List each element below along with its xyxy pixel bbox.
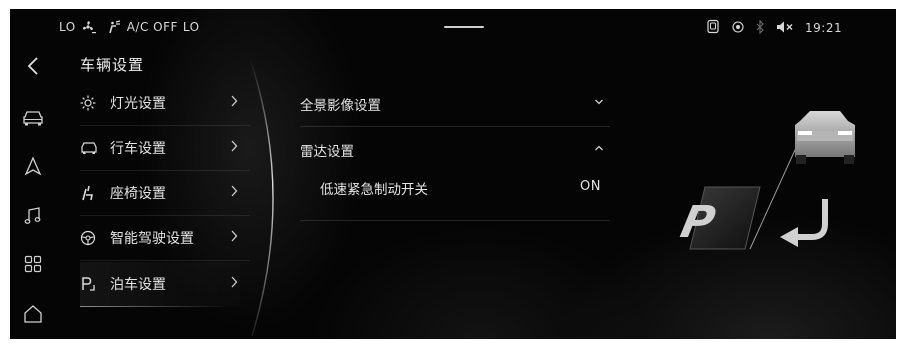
- low-speed-emergency-brake-label: 低速紧急制动开关: [320, 182, 428, 198]
- home-nav-button[interactable]: [18, 299, 48, 329]
- drag-handle[interactable]: [444, 26, 484, 28]
- row-divider: [300, 220, 610, 221]
- menu-item-parking[interactable]: 泊车设置: [80, 262, 240, 306]
- menu-item-lighting[interactable]: 灯光设置: [80, 81, 240, 125]
- menu-item-smart-driving[interactable]: 智能驾驶设置: [80, 216, 240, 260]
- steering-wheel-icon: [80, 230, 102, 246]
- radar-settings-row[interactable]: 雷达设置: [300, 128, 610, 172]
- chevron-up-icon: [595, 145, 603, 151]
- navigation-arrow-icon: [24, 156, 42, 176]
- chevron-right-icon: [231, 230, 238, 242]
- row-divider: [300, 126, 610, 127]
- page-title: 车辆设置: [80, 56, 145, 74]
- parking-icon: [80, 276, 102, 292]
- back-arrow-icon: [27, 57, 38, 75]
- menu-divider: [80, 260, 250, 261]
- back-button[interactable]: [18, 51, 48, 81]
- chevron-down-icon: [595, 99, 603, 105]
- chevron-right-icon: [231, 276, 238, 288]
- ac-status-label: A/C OFF: [126, 20, 178, 34]
- surround-view-settings-label: 全景影像设置: [300, 98, 381, 114]
- camera-status-icon: [731, 20, 745, 37]
- menu-item-label: 泊车设置: [110, 277, 166, 293]
- clock: 19:21: [805, 21, 843, 35]
- chevron-right-icon: [231, 140, 238, 152]
- parking-illustration: P: [676, 111, 855, 250]
- apps-nav-button[interactable]: [18, 249, 48, 279]
- bluetooth-icon: [756, 19, 765, 37]
- climate-status[interactable]: LO A/C OFF LO: [59, 20, 200, 34]
- chevron-right-icon: [231, 95, 238, 107]
- menu-item-driving[interactable]: 行车设置: [80, 126, 240, 170]
- seat-airflow-icon: [106, 20, 122, 34]
- selected-indicator: [80, 306, 230, 307]
- car-icon: [80, 141, 102, 155]
- navigation-nav-button[interactable]: [18, 151, 48, 181]
- fan-icon: [81, 20, 97, 34]
- home-icon: [24, 305, 42, 323]
- temp-left-label: LO: [59, 20, 76, 34]
- radar-settings-label: 雷达设置: [300, 144, 354, 160]
- menu-item-label: 行车设置: [110, 141, 166, 157]
- music-nav-button[interactable]: [18, 201, 48, 231]
- vehicle-nav-button[interactable]: [18, 103, 48, 133]
- seat-icon: [80, 185, 102, 201]
- menu-item-label: 灯光设置: [110, 96, 166, 112]
- music-note-icon: [24, 207, 41, 224]
- light-icon: [80, 95, 102, 111]
- volume-mute-icon: [776, 20, 794, 37]
- menu-item-seat[interactable]: 座椅设置: [80, 171, 240, 215]
- phone-icon: [706, 19, 720, 37]
- chevron-right-icon: [231, 185, 238, 197]
- menu-item-label: 座椅设置: [110, 186, 166, 202]
- surround-view-settings-row[interactable]: 全景影像设置: [300, 82, 610, 126]
- apps-grid-icon: [24, 255, 42, 273]
- menu-item-label: 智能驾驶设置: [110, 231, 194, 247]
- car-rear-image: [795, 111, 855, 164]
- vehicle-icon: [23, 111, 43, 126]
- temp-right-label: LO: [182, 20, 200, 34]
- low-speed-emergency-brake-toggle[interactable]: ON: [580, 179, 601, 194]
- status-icons: 19:21: [706, 19, 842, 37]
- car-infotainment-screen: LO A/C OFF LO 19:21 车辆设置 灯光设置 行车设置 座椅设置 …: [10, 9, 896, 339]
